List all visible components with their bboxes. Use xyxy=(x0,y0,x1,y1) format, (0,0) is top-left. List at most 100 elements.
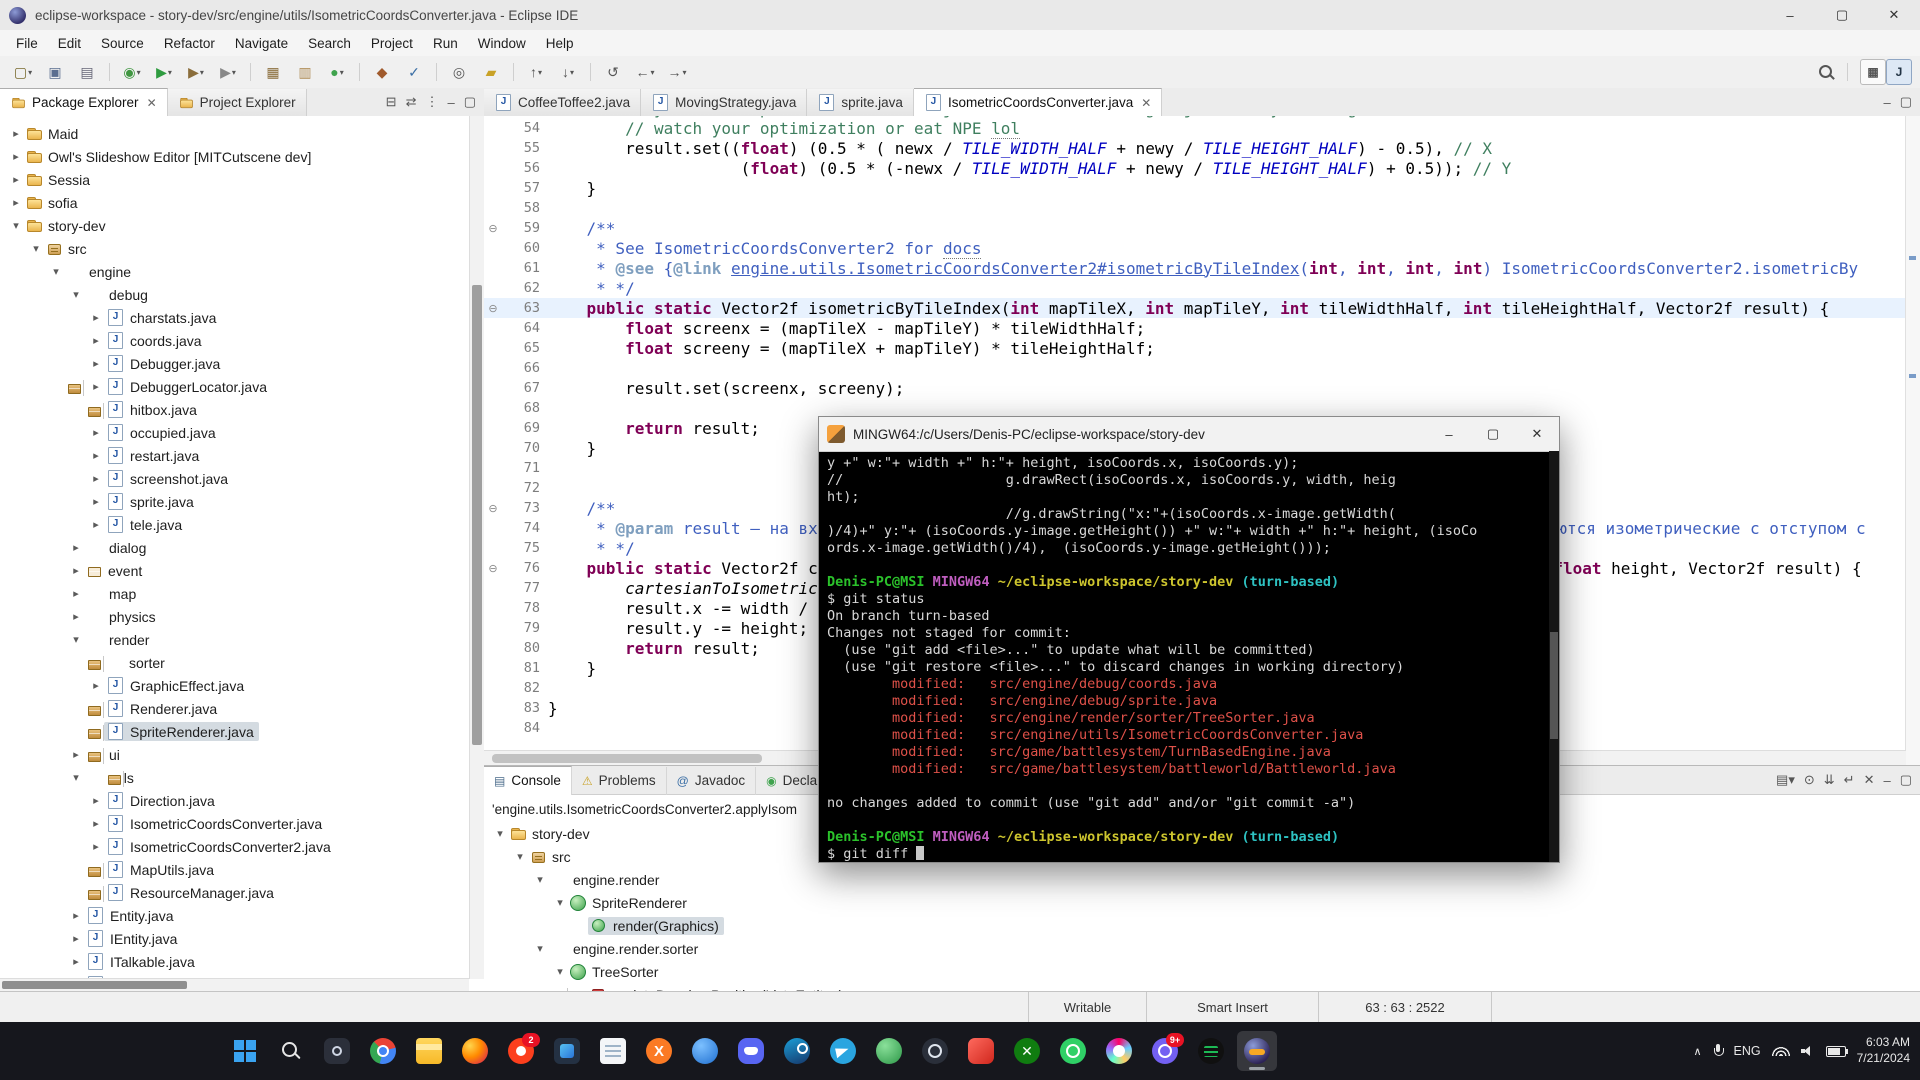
mark-occurrences-button[interactable]: ▰ xyxy=(476,60,506,84)
debug-button[interactable]: ◉▾ xyxy=(117,60,147,84)
tab-console[interactable]: ▤Console xyxy=(484,766,572,795)
tree-arrow-icon[interactable]: ▸ xyxy=(68,610,84,623)
annotation-marker[interactable] xyxy=(1909,256,1916,260)
tree-arrow-icon[interactable]: ▸ xyxy=(88,817,104,830)
taskbar-spotify-button[interactable] xyxy=(1191,1031,1231,1071)
tree-arrow-icon[interactable]: ▸ xyxy=(88,472,104,485)
scrollbar-thumb[interactable] xyxy=(2,981,187,989)
tree-item[interactable]: ▸charstats.java xyxy=(0,306,484,329)
explorer-horizontal-scrollbar[interactable] xyxy=(0,978,469,992)
open-jar-button[interactable]: ◆ xyxy=(367,60,397,84)
tree-arrow-icon[interactable]: ▸ xyxy=(8,150,24,163)
dropdown-arrow-icon[interactable]: ▾ xyxy=(650,68,654,77)
dropdown-arrow-icon[interactable]: ▾ xyxy=(28,68,32,77)
tree-item[interactable]: ▾utils xyxy=(0,766,484,789)
fold-margin[interactable]: ⊖ xyxy=(484,562,502,575)
dropdown-arrow-icon[interactable]: ▾ xyxy=(137,68,141,77)
code-line[interactable]: 62 * */ xyxy=(484,278,1906,298)
tree-item[interactable]: ▸occupied.java xyxy=(0,421,484,444)
taskbar-obs-button[interactable] xyxy=(915,1031,955,1071)
tree-item[interactable]: ▸Entity.java xyxy=(0,904,484,927)
tree-item[interactable]: ▸ITalkable.java xyxy=(0,950,484,973)
open-perspective-button[interactable]: ▦ xyxy=(1860,59,1886,85)
annotation-marker[interactable] xyxy=(1909,374,1916,378)
tree-item[interactable]: ▸restart.java xyxy=(0,444,484,467)
tree-item[interactable]: ▸SpriteRenderer.java xyxy=(0,720,484,743)
tree-item[interactable]: render(Graphics) xyxy=(484,914,1920,937)
volume-icon[interactable] xyxy=(1801,1045,1815,1057)
tree-item[interactable]: ▸IEntity.java xyxy=(0,927,484,950)
menu-run[interactable]: Run xyxy=(423,30,468,56)
minimize-view-icon[interactable]: – xyxy=(1883,773,1890,788)
tree-arrow-icon[interactable]: ▸ xyxy=(88,357,104,370)
scrollbar-thumb[interactable] xyxy=(492,754,762,763)
mingw64-terminal-window[interactable]: MINGW64:/c/Users/Denis-PC/eclipse-worksp… xyxy=(818,416,1560,863)
taskbar-search-button[interactable] xyxy=(271,1031,311,1071)
tree-arrow-icon[interactable]: ▸ xyxy=(68,932,84,945)
tree-arrow-icon[interactable]: ▸ xyxy=(88,334,104,347)
tree-item[interactable]: ▸ui xyxy=(0,743,484,766)
tree-arrow-icon[interactable]: ▸ xyxy=(8,173,24,186)
tree-arrow-icon[interactable]: ▸ xyxy=(68,587,84,600)
tree-item[interactable]: ▸MapUtils.java xyxy=(0,858,484,881)
tree-arrow-icon[interactable]: ▾ xyxy=(28,242,44,255)
taskbar-yandex-browser-button[interactable]: 2 xyxy=(501,1031,541,1071)
taskbar-steam-button[interactable] xyxy=(777,1031,817,1071)
taskbar-telegram-button[interactable] xyxy=(823,1031,863,1071)
hidden-icons-chevron[interactable]: ∧ xyxy=(1693,1045,1701,1058)
taskbar-paint-button[interactable] xyxy=(1099,1031,1139,1071)
code-line[interactable]: 67 result.set(screenx, screeny); xyxy=(484,378,1906,398)
tree-item[interactable]: ▸sorter xyxy=(0,651,484,674)
code-line[interactable]: 65 float screeny = (mapTileX + mapTileY)… xyxy=(484,338,1906,358)
code-line[interactable]: 68 xyxy=(484,398,1906,418)
coverage-button[interactable]: ▶▾ xyxy=(181,60,211,84)
tree-arrow-icon[interactable]: ▾ xyxy=(492,827,508,840)
tree-item[interactable]: ▸Owl's Slideshow Editor [MITCutscene dev… xyxy=(0,145,484,168)
tree-arrow-icon[interactable]: ▸ xyxy=(68,564,84,577)
tree-item[interactable]: ▾engine.render.sorter xyxy=(484,937,1920,960)
tab-package-explorer[interactable]: Package Explorer✕ xyxy=(0,88,168,117)
fold-margin[interactable]: ⊖ xyxy=(484,302,502,315)
minimize-view-icon[interactable]: – xyxy=(1883,95,1890,110)
menu-refactor[interactable]: Refactor xyxy=(154,30,225,56)
maximize-view-icon[interactable]: ▢ xyxy=(1900,94,1912,110)
code-line[interactable]: 66 xyxy=(484,358,1906,378)
editor-tab-CoffeeToffee2-java[interactable]: CoffeeToffee2.java xyxy=(484,89,641,117)
taskbar-whatsapp-button[interactable] xyxy=(1053,1031,1093,1071)
tree-item[interactable]: ▸GraphicEffect.java xyxy=(0,674,484,697)
tree-item[interactable]: ▸coords.java xyxy=(0,329,484,352)
terminal-close-button[interactable]: ✕ xyxy=(1515,417,1559,451)
scrollbar-thumb[interactable] xyxy=(472,285,482,745)
code-line[interactable]: 64 float screenx = (mapTileX - mapTileY)… xyxy=(484,318,1906,338)
battery-icon[interactable] xyxy=(1826,1046,1846,1057)
taskbar-firefox-button[interactable] xyxy=(455,1031,495,1071)
explorer-vertical-scrollbar[interactable] xyxy=(469,116,484,979)
microphone-icon[interactable] xyxy=(1713,1044,1723,1059)
code-line[interactable]: 60 * See IsometricCoordsConverter2 for d… xyxy=(484,238,1906,258)
word-wrap-icon[interactable]: ↵ xyxy=(1844,772,1855,788)
back-button[interactable]: ←▾ xyxy=(630,60,660,84)
maximize-view-icon[interactable]: ▢ xyxy=(464,94,476,110)
pin-console-icon[interactable]: ⊙ xyxy=(1804,772,1815,788)
tree-item[interactable]: ▾TreeSorter xyxy=(484,960,1920,983)
menu-navigate[interactable]: Navigate xyxy=(225,30,298,56)
tree-item[interactable]: ▸sprite.java xyxy=(0,490,484,513)
menu-window[interactable]: Window xyxy=(468,30,536,56)
tree-arrow-icon[interactable]: ▸ xyxy=(88,449,104,462)
dropdown-arrow-icon[interactable]: ▾ xyxy=(538,68,542,77)
tree-item[interactable]: ▸screenshot.java xyxy=(0,467,484,490)
code-line[interactable]: ⊖63 public static Vector2f isometricByTi… xyxy=(484,298,1906,318)
minimize-button[interactable]: – xyxy=(1764,0,1816,30)
tree-item[interactable]: ▾render xyxy=(0,628,484,651)
external-tools-button[interactable]: ▶▾ xyxy=(213,60,243,84)
tree-arrow-icon[interactable]: ▸ xyxy=(88,311,104,324)
tree-arrow-icon[interactable]: ▸ xyxy=(88,380,104,393)
tree-arrow-icon[interactable]: ▾ xyxy=(532,873,548,886)
tree-arrow-icon[interactable]: ▸ xyxy=(68,955,84,968)
tree-arrow-icon[interactable]: ▸ xyxy=(88,495,104,508)
taskbar-discord-button[interactable] xyxy=(731,1031,771,1071)
menu-search[interactable]: Search xyxy=(298,30,361,56)
tree-item[interactable]: ▸Renderer.java xyxy=(0,697,484,720)
tree-arrow-icon[interactable]: ▸ xyxy=(68,909,84,922)
tree-arrow-icon[interactable]: ▸ xyxy=(88,794,104,807)
